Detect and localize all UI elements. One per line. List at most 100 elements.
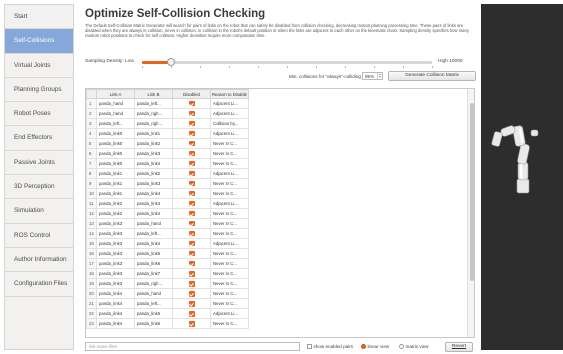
disabled-header[interactable]: Disabled bbox=[172, 89, 211, 99]
matrix-view-label: matrix view bbox=[405, 344, 429, 349]
reason-header[interactable]: Reason to Disable bbox=[210, 89, 249, 99]
table-row[interactable]: 19 panda_link3 panda_righ... Never in C... bbox=[86, 278, 249, 290]
checked-checkbox-icon[interactable] bbox=[188, 161, 195, 167]
table-row[interactable]: 16 panda_link3 panda_link5 Never in C... bbox=[86, 248, 249, 260]
table-row[interactable]: 9 panda_link1 panda_link3 Never in C... bbox=[86, 178, 249, 190]
table-row[interactable]: 6 panda_link0 panda_link3 Never in C... bbox=[86, 148, 249, 160]
checked-checkbox-icon[interactable] bbox=[188, 261, 195, 267]
link-a-cell: panda_link0 bbox=[96, 128, 135, 140]
revert-button[interactable]: Revert bbox=[445, 341, 473, 352]
checked-checkbox-icon[interactable] bbox=[188, 131, 195, 137]
table-row[interactable]: 15 panda_link3 panda_link4 Adjacent Li... bbox=[86, 238, 249, 250]
sidebar-item-planning-groups[interactable]: Planning Groups bbox=[5, 78, 73, 103]
row-number: 2 bbox=[86, 108, 97, 120]
slider-handle[interactable] bbox=[167, 58, 175, 66]
row-number: 13 bbox=[86, 218, 97, 230]
checked-checkbox-icon[interactable] bbox=[188, 211, 195, 217]
table-row[interactable]: 2 panda_hand panda_righ... Adjacent Li... bbox=[86, 108, 249, 120]
table-row[interactable]: 22 panda_link4 panda_link5 Adjacent Li... bbox=[86, 308, 249, 320]
table-row[interactable]: 5 panda_link0 panda_link2 Never in C... bbox=[86, 138, 249, 150]
disabled-checkbox-cell bbox=[172, 138, 211, 150]
checked-checkbox-icon[interactable] bbox=[188, 141, 195, 147]
checked-checkbox-icon[interactable] bbox=[188, 271, 195, 277]
checked-checkbox-icon[interactable] bbox=[188, 121, 195, 127]
sidebar-item-end-effectors[interactable]: End Effectors bbox=[5, 126, 73, 151]
table-row[interactable]: 23 panda_link4 panda_link6 Never in C... bbox=[86, 318, 249, 330]
table-row[interactable]: 17 panda_link3 panda_link6 Never in C... bbox=[86, 258, 249, 270]
radio-unselected-icon[interactable] bbox=[399, 344, 404, 350]
link-b-cell: panda_left... bbox=[134, 97, 173, 110]
radio-selected-icon[interactable] bbox=[361, 344, 366, 350]
checked-checkbox-icon[interactable] bbox=[188, 321, 195, 327]
checked-checkbox-icon[interactable] bbox=[188, 281, 195, 287]
table-row[interactable]: 10 panda_link1 panda_link4 Never in C... bbox=[86, 188, 249, 200]
generate-collision-matrix-button[interactable]: Generate Collision Matrix bbox=[388, 71, 476, 81]
sidebar-item-passive-joints[interactable]: Passive Joints bbox=[5, 151, 73, 176]
table-row[interactable]: 20 panda_link4 panda_hand Never in C... bbox=[86, 288, 249, 300]
table-row[interactable]: 8 panda_link1 panda_link2 Adjacent Li... bbox=[86, 168, 249, 180]
table-row[interactable]: 13 panda_link3 panda_hand Never in C... bbox=[86, 218, 249, 230]
checked-checkbox-icon[interactable] bbox=[188, 111, 195, 117]
linear-view-radio[interactable]: linear view bbox=[361, 343, 389, 350]
sidebar-item-robot-poses[interactable]: Robot Poses bbox=[5, 102, 73, 127]
sidebar-item-self-collisions[interactable]: Self-Collisions bbox=[5, 29, 73, 54]
sidebar-item-3d-perception[interactable]: 3D Perception bbox=[5, 175, 73, 200]
table-scrollbar-thumb[interactable] bbox=[469, 103, 474, 281]
link-a-header[interactable]: Link A bbox=[96, 89, 135, 99]
table-row[interactable]: 4 panda_link0 panda_link1 Adjacent Li... bbox=[86, 128, 249, 140]
table-row[interactable]: 18 panda_link3 panda_link7 Never in C... bbox=[86, 268, 249, 280]
checked-checkbox-icon[interactable] bbox=[188, 231, 195, 237]
table-row[interactable]: 3 panda_left... panda_righ... Collision by.… bbox=[86, 118, 249, 130]
spinbox-arrows-icon[interactable]: ▲ ▼ bbox=[377, 73, 382, 79]
sidebar-item-ros-control[interactable]: ROS Control bbox=[5, 224, 73, 248]
link-name-filter-input[interactable]: link name filter bbox=[85, 342, 300, 351]
sidebar-item-start[interactable]: Start bbox=[5, 5, 73, 30]
sampling-density-slider[interactable] bbox=[142, 58, 432, 66]
show-enabled-pairs-label: show enabled pairs bbox=[313, 344, 354, 349]
robot-arm-model bbox=[491, 125, 539, 194]
table-row[interactable]: 1 panda_hand panda_left... Adjacent Li... bbox=[86, 97, 249, 110]
row-number: 14 bbox=[86, 228, 97, 240]
row-number: 21 bbox=[86, 298, 97, 310]
reason-cell: Adjacent Li... bbox=[210, 238, 249, 250]
disabled-checkbox-cell bbox=[172, 318, 211, 330]
show-enabled-pairs-checkbox[interactable]: show enabled pairs bbox=[307, 343, 353, 350]
link-b-header[interactable]: Link B bbox=[134, 89, 173, 99]
checked-checkbox-icon[interactable] bbox=[188, 221, 195, 227]
checked-checkbox-icon[interactable] bbox=[188, 181, 195, 187]
checked-checkbox-icon[interactable] bbox=[188, 301, 195, 307]
checked-checkbox-icon[interactable] bbox=[188, 251, 195, 257]
sidebar-item-simulation[interactable]: Simulation bbox=[5, 199, 73, 224]
checkbox-icon[interactable] bbox=[307, 344, 312, 350]
link-b-cell: panda_link1 bbox=[134, 128, 173, 140]
disabled-checkbox-cell bbox=[172, 218, 211, 230]
table-scrollbar[interactable] bbox=[467, 89, 474, 337]
matrix-view-radio[interactable]: matrix view bbox=[399, 343, 428, 350]
link-a-cell: panda_link3 bbox=[96, 268, 135, 280]
checked-checkbox-icon[interactable] bbox=[188, 201, 195, 207]
checked-checkbox-icon[interactable] bbox=[188, 171, 195, 177]
checked-checkbox-icon[interactable] bbox=[188, 241, 195, 247]
checked-checkbox-icon[interactable] bbox=[188, 311, 195, 317]
checked-checkbox-icon[interactable] bbox=[188, 291, 195, 297]
sidebar-item-configuration-files[interactable]: Configuration Files bbox=[5, 272, 73, 297]
link-b-cell: panda_righ... bbox=[134, 108, 173, 120]
link-b-cell: panda_link3 bbox=[134, 148, 173, 160]
checked-checkbox-icon[interactable] bbox=[188, 101, 195, 107]
min-collisions-spinbox[interactable]: 95% ▲ ▼ bbox=[362, 72, 383, 80]
robot-3d-viewport[interactable] bbox=[481, 4, 563, 350]
link-a-cell: panda_left... bbox=[96, 118, 135, 130]
sidebar-item-author-information[interactable]: Author Information bbox=[5, 248, 73, 273]
table-row[interactable]: 7 panda_link0 panda_link4 Never in C... bbox=[86, 158, 249, 170]
table-row[interactable]: 12 panda_link2 panda_link4 Never in C... bbox=[86, 208, 249, 220]
sidebar-item-virtual-joints[interactable]: Virtual Joints bbox=[5, 54, 73, 78]
disabled-checkbox-cell bbox=[172, 128, 211, 140]
disabled-checkbox-cell bbox=[172, 188, 211, 200]
checked-checkbox-icon[interactable] bbox=[188, 151, 195, 157]
table-row[interactable]: 11 panda_link2 panda_link3 Adjacent Li... bbox=[86, 198, 249, 210]
row-number: 11 bbox=[86, 198, 97, 210]
table-row[interactable]: 21 panda_link4 panda_left... Never in C... bbox=[86, 298, 249, 310]
link-a-cell: panda_link1 bbox=[96, 178, 135, 190]
table-row[interactable]: 14 panda_link3 panda_left... Never in C... bbox=[86, 228, 249, 240]
checked-checkbox-icon[interactable] bbox=[188, 191, 195, 197]
